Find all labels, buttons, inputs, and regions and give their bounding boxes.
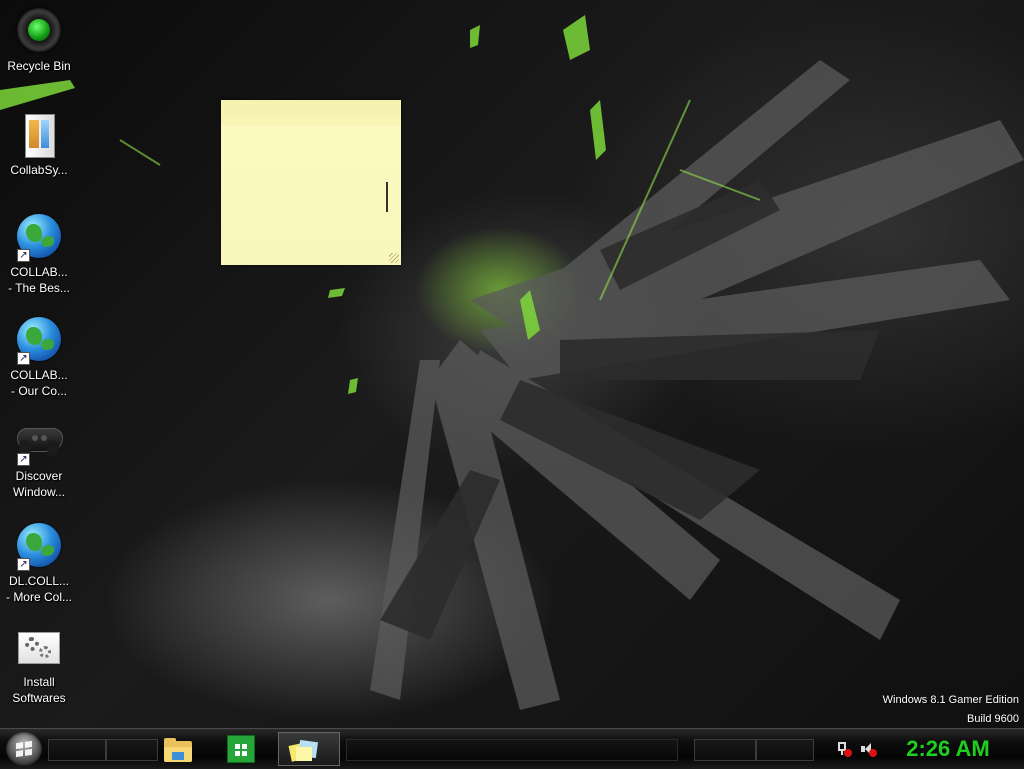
icon-label: Discover Window... (12, 469, 66, 499)
sticky-notes-icon (288, 739, 319, 763)
gears-icon (15, 624, 63, 672)
icon-label: CollabSy... (10, 163, 68, 177)
start-button[interactable] (6, 732, 42, 766)
taskbar-sticky-notes[interactable] (278, 732, 340, 766)
taskbar-decoration (346, 739, 678, 761)
os-watermark: Windows 8.1 Gamer Edition Build 9600 (883, 691, 1019, 729)
icon-label: DL.COLL... - More Col... (5, 574, 72, 604)
install-softwares-icon-item[interactable]: Install Softwares (0, 624, 78, 706)
recycle-bin-icon (15, 8, 63, 56)
watermark-edition: Windows 8.1 Gamer Edition (882, 694, 1019, 706)
taskbar: 2:26 AM (0, 728, 1024, 769)
store-icon (227, 735, 255, 763)
volume-muted-icon[interactable] (860, 741, 877, 757)
network-disconnected-icon[interactable] (836, 741, 852, 757)
icon-label: COLLAB... - The Bes... (8, 265, 70, 295)
text-caret (386, 182, 388, 212)
icon-label: COLLAB... - Our Co... (10, 368, 68, 398)
desktop-wallpaper (0, 0, 1024, 728)
shortcut-arrow-icon: ↗ (17, 352, 30, 365)
sticky-note[interactable] (221, 100, 401, 265)
taskbar-store[interactable] (218, 732, 266, 766)
globe-icon: ↗ (15, 523, 63, 571)
icon-label: Recycle Bin (7, 59, 71, 73)
taskbar-clock[interactable]: 2:26 AM (883, 735, 1013, 763)
app-folder-icon (15, 112, 63, 160)
shortcut-arrow-icon: ↗ (17, 249, 30, 262)
folder-icon (164, 738, 192, 762)
shortcut-arrow-icon: ↗ (17, 558, 30, 571)
collab-our-shortcut[interactable]: ↗ COLLAB... - Our Co... (0, 315, 78, 399)
watermark-build: Build 9600 (967, 713, 1019, 725)
wallpaper-shards (0, 15, 1024, 710)
icon-label: Install Softwares (12, 675, 66, 705)
taskbar-decoration (756, 739, 814, 761)
globe-icon: ↗ (15, 317, 63, 365)
windows-logo-icon (16, 740, 32, 758)
collabsy-icon-item[interactable]: CollabSy... (0, 112, 78, 178)
resize-grip-icon[interactable] (389, 253, 399, 263)
taskbar-file-explorer[interactable] (152, 732, 200, 766)
globe-icon: ↗ (15, 214, 63, 262)
gamepad-icon: ↗ (15, 418, 63, 466)
dl-collab-shortcut[interactable]: ↗ DL.COLL... - More Col... (0, 521, 78, 605)
discover-windows-shortcut[interactable]: ↗ Discover Window... (0, 418, 78, 500)
taskbar-decoration (48, 739, 106, 761)
taskbar-decoration (694, 739, 756, 761)
recycle-bin-icon-item[interactable]: Recycle Bin (0, 8, 78, 74)
taskbar-decoration (106, 739, 158, 761)
collab-best-shortcut[interactable]: ↗ COLLAB... - The Bes... (0, 212, 78, 296)
shortcut-arrow-icon: ↗ (17, 453, 30, 466)
